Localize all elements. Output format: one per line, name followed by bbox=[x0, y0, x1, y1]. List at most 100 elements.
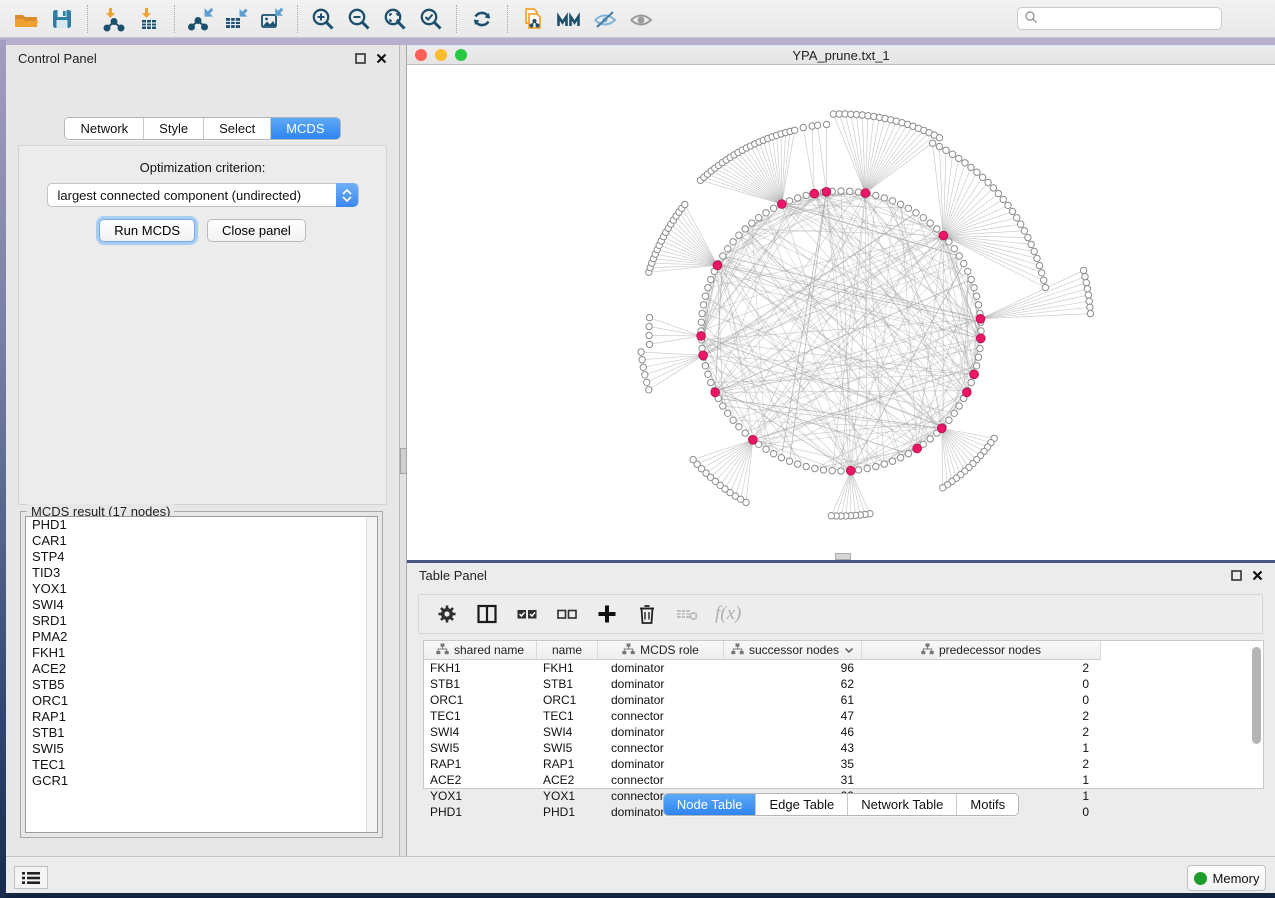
columns-icon[interactable] bbox=[475, 602, 499, 626]
close-table-panel-icon[interactable] bbox=[1252, 570, 1263, 581]
shared-column-icon bbox=[436, 643, 449, 658]
mcds-result-item[interactable]: SWI4 bbox=[26, 597, 377, 613]
import-network-icon[interactable] bbox=[95, 4, 131, 34]
mcds-result-item[interactable]: STP4 bbox=[26, 549, 377, 565]
toolbar-separator bbox=[297, 5, 298, 33]
table-row[interactable]: FKH1FKH1dominator962 bbox=[424, 660, 1263, 676]
node-table-header: shared namenameMCDS rolesuccessor nodesp… bbox=[424, 641, 1263, 660]
table-tab-edge-table[interactable]: Edge Table bbox=[755, 794, 847, 815]
open-file-icon[interactable] bbox=[8, 4, 44, 34]
hide-selected-icon[interactable] bbox=[587, 4, 623, 34]
memory-label: Memory bbox=[1213, 871, 1260, 886]
vertical-splitter[interactable] bbox=[400, 45, 407, 856]
column-header-predecessor-nodes[interactable]: predecessor nodes bbox=[862, 641, 1101, 660]
mcds-result-item[interactable]: STB1 bbox=[26, 725, 377, 741]
network-view-titlebar: YPA_prune.txt_1 bbox=[407, 45, 1275, 65]
mcds-panel: Optimization criterion: largest connecte… bbox=[18, 145, 387, 505]
deselect-all-icon[interactable] bbox=[555, 602, 579, 626]
mcds-list-scrollbar[interactable] bbox=[366, 517, 377, 832]
table-row[interactable]: ACE2ACE2connector311 bbox=[424, 772, 1263, 788]
column-header-successor-nodes[interactable]: successor nodes bbox=[724, 641, 862, 660]
float-table-panel-icon[interactable] bbox=[1231, 570, 1242, 581]
mcds-result-item[interactable]: FKH1 bbox=[26, 645, 377, 661]
float-panel-icon[interactable] bbox=[355, 53, 366, 64]
network-canvas[interactable] bbox=[407, 65, 1275, 557]
export-image-icon[interactable] bbox=[254, 4, 290, 34]
mcds-result-item[interactable]: TEC1 bbox=[26, 757, 377, 773]
search-input[interactable] bbox=[1038, 12, 1221, 26]
column-header-name[interactable]: name bbox=[537, 641, 598, 660]
main-toolbar bbox=[0, 0, 1275, 38]
control-panel-tabs: NetworkStyleSelectMCDS bbox=[64, 117, 340, 140]
mcds-result-item[interactable]: RAP1 bbox=[26, 709, 377, 725]
tab-mcds[interactable]: MCDS bbox=[270, 118, 339, 139]
apply-layout-icon[interactable] bbox=[464, 4, 500, 34]
search-field[interactable] bbox=[1017, 7, 1222, 30]
table-cell: dominator bbox=[598, 756, 724, 772]
table-cell: 2 bbox=[862, 708, 1101, 724]
zoom-out-icon[interactable] bbox=[341, 4, 377, 34]
table-row[interactable]: SWI4SWI4dominator462 bbox=[424, 724, 1263, 740]
horizontal-splitter-grip[interactable] bbox=[835, 553, 851, 560]
mcds-result-item[interactable]: STB5 bbox=[26, 677, 377, 693]
mcds-result-item[interactable]: PHD1 bbox=[26, 517, 377, 533]
search-icon bbox=[1024, 10, 1038, 27]
table-row[interactable]: RAP1RAP1dominator352 bbox=[424, 756, 1263, 772]
close-panel-button[interactable]: Close panel bbox=[207, 219, 306, 242]
run-mcds-button[interactable]: Run MCDS bbox=[99, 219, 195, 242]
mcds-result-item[interactable]: TID3 bbox=[26, 565, 377, 581]
table-cell: 96 bbox=[724, 660, 862, 676]
import-table-icon[interactable] bbox=[131, 4, 167, 34]
table-cell: STB1 bbox=[424, 676, 537, 692]
table-cell: SWI5 bbox=[424, 740, 537, 756]
toolbar-separator bbox=[174, 5, 175, 33]
mcds-result-item[interactable]: SWI5 bbox=[26, 741, 377, 757]
mcds-result-item[interactable]: YOX1 bbox=[26, 581, 377, 597]
shared-column-icon bbox=[622, 643, 635, 658]
mcds-result-item[interactable]: CAR1 bbox=[26, 533, 377, 549]
table-cell: 47 bbox=[724, 708, 862, 724]
table-cell: RAP1 bbox=[537, 756, 598, 772]
gear-icon[interactable] bbox=[435, 602, 459, 626]
dropdown-selected-value: largest connected component (undirected) bbox=[48, 188, 302, 203]
optimization-criterion-dropdown[interactable]: largest connected component (undirected) bbox=[47, 183, 359, 207]
mcds-result-item[interactable]: ORC1 bbox=[26, 693, 377, 709]
show-all-icon[interactable] bbox=[623, 4, 659, 34]
tab-network[interactable]: Network bbox=[65, 118, 143, 139]
table-row[interactable]: ORC1ORC1dominator610 bbox=[424, 692, 1263, 708]
tab-style[interactable]: Style bbox=[143, 118, 203, 139]
delete-icon[interactable] bbox=[635, 602, 659, 626]
table-row[interactable]: STB1STB1dominator620 bbox=[424, 676, 1263, 692]
splitter-grip[interactable] bbox=[400, 448, 407, 474]
control-panel-titlebar: Control Panel bbox=[6, 45, 399, 71]
table-tab-node-table[interactable]: Node Table bbox=[664, 794, 756, 815]
table-row[interactable]: SWI5SWI5connector431 bbox=[424, 740, 1263, 756]
clone-network-icon[interactable] bbox=[515, 4, 551, 34]
zoom-in-icon[interactable] bbox=[305, 4, 341, 34]
tab-select[interactable]: Select bbox=[203, 118, 270, 139]
zoom-fit-icon[interactable] bbox=[377, 4, 413, 34]
delete-column-icon bbox=[675, 602, 699, 626]
mcds-result-item[interactable]: PMA2 bbox=[26, 629, 377, 645]
table-tab-network-table[interactable]: Network Table bbox=[847, 794, 956, 815]
memory-button[interactable]: Memory bbox=[1187, 865, 1266, 891]
table-row[interactable]: TEC1TEC1connector472 bbox=[424, 708, 1263, 724]
table-cell: 61 bbox=[724, 692, 862, 708]
close-panel-icon[interactable] bbox=[376, 53, 387, 64]
add-row-icon[interactable] bbox=[595, 602, 619, 626]
export-network-icon[interactable] bbox=[182, 4, 218, 34]
column-header-MCDS-role[interactable]: MCDS role bbox=[598, 641, 724, 660]
mcds-result-item[interactable]: GCR1 bbox=[26, 773, 377, 789]
zoom-selected-icon[interactable] bbox=[413, 4, 449, 34]
table-scrollbar[interactable] bbox=[1252, 647, 1261, 744]
select-all-icon[interactable] bbox=[515, 602, 539, 626]
mcds-result-item[interactable]: ACE2 bbox=[26, 661, 377, 677]
table-cell: ORC1 bbox=[537, 692, 598, 708]
export-table-icon[interactable] bbox=[218, 4, 254, 34]
table-tab-motifs[interactable]: Motifs bbox=[956, 794, 1018, 815]
mcds-result-item[interactable]: SRD1 bbox=[26, 613, 377, 629]
task-history-button[interactable] bbox=[14, 866, 48, 889]
save-session-icon[interactable] bbox=[44, 4, 80, 34]
first-neighbors-icon[interactable] bbox=[551, 4, 587, 34]
column-header-shared-name[interactable]: shared name bbox=[424, 641, 537, 660]
